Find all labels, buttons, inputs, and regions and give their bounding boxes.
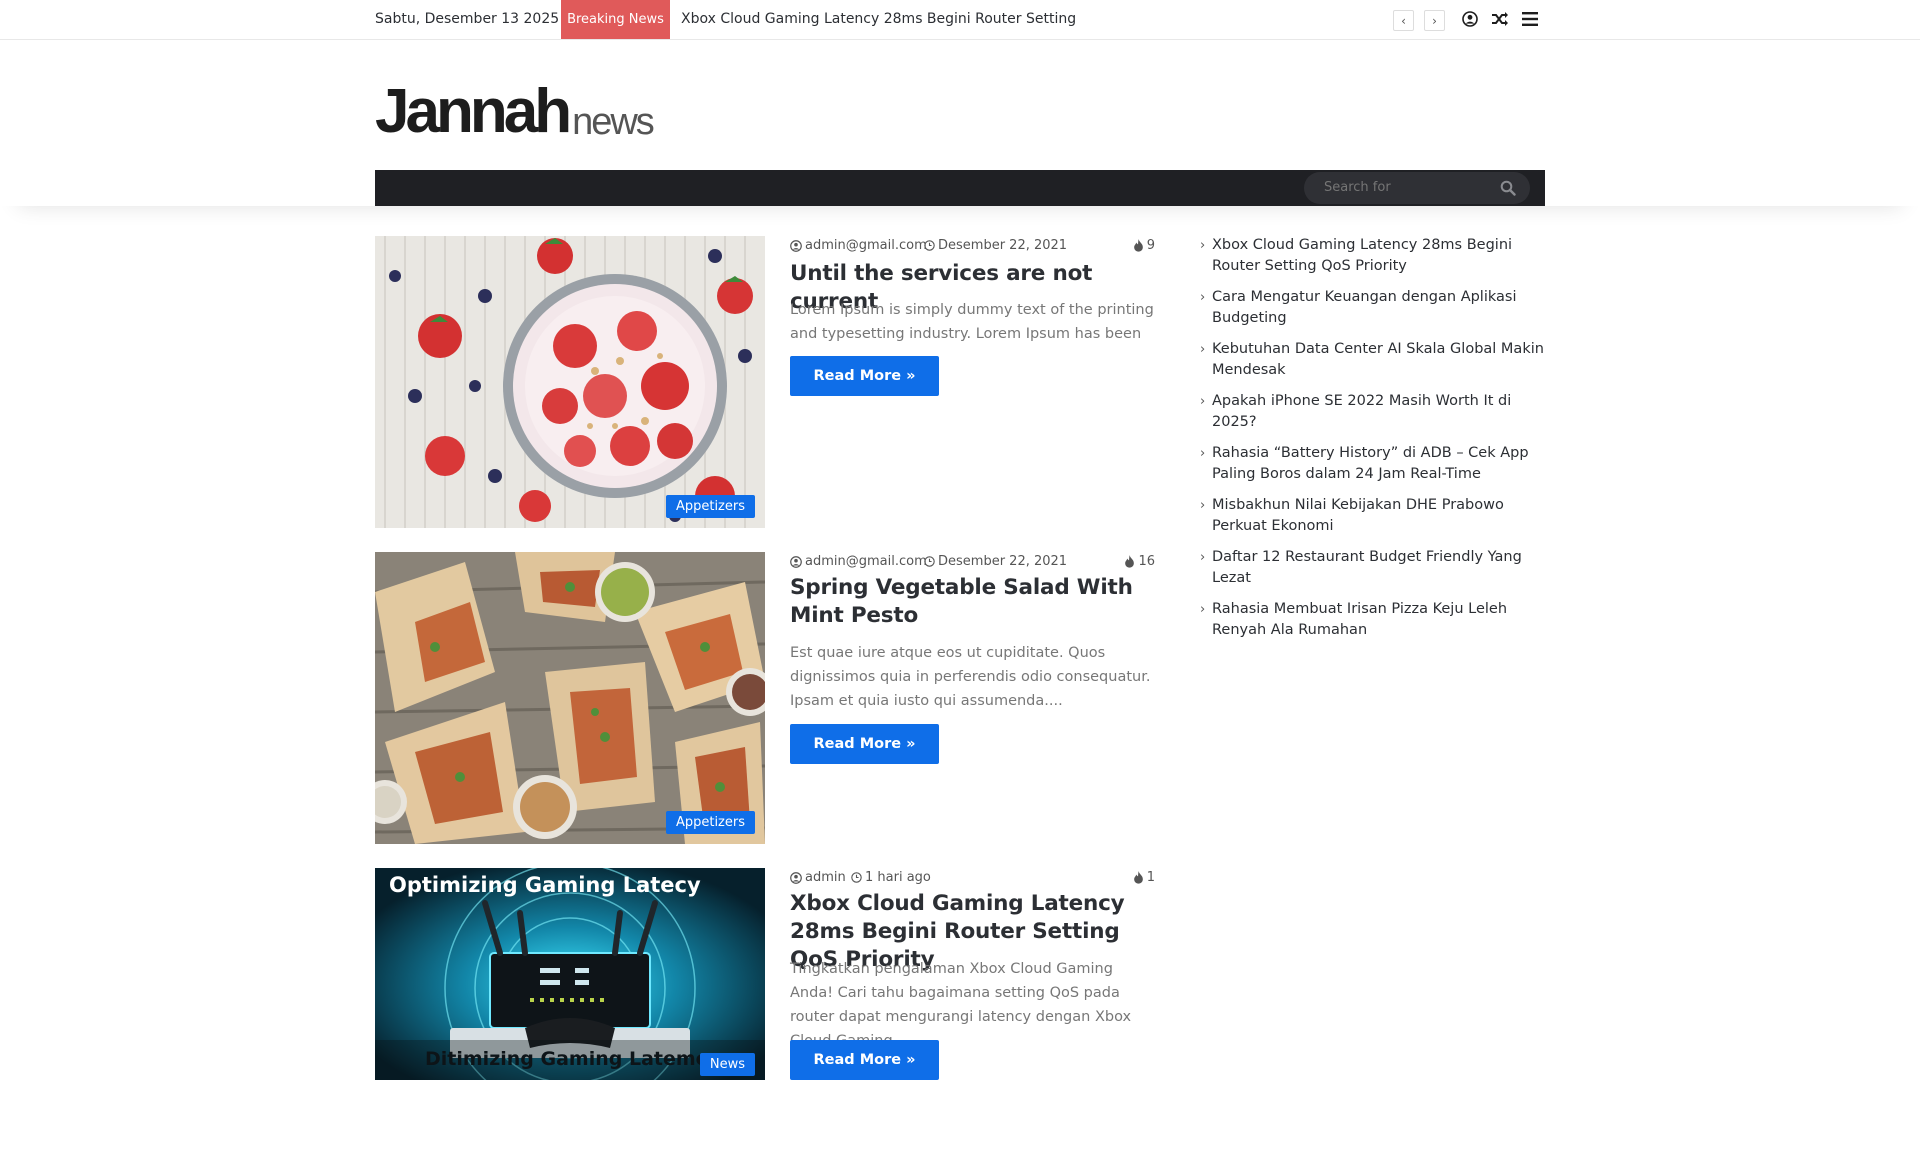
user-icon <box>790 555 802 568</box>
post-card: Appetizers admin@gmail.com Desember 22, … <box>375 552 1155 844</box>
logo-sub-text: news <box>572 101 655 143</box>
fire-icon <box>1133 239 1143 252</box>
post-author[interactable]: admin@gmail.com <box>790 238 927 253</box>
image-headline-bottom: Ditimizing Gaming Latemcy <box>425 1048 720 1070</box>
chevron-right-icon: › <box>1200 342 1206 357</box>
menu-icon[interactable] <box>1519 8 1541 30</box>
fire-icon <box>1125 555 1135 568</box>
breaking-news-label: Breaking News <box>561 0 670 39</box>
post-date-text: 1 hari ago <box>865 870 931 885</box>
random-article-icon[interactable] <box>1489 8 1511 30</box>
post-date-text: Desember 22, 2021 <box>938 238 1068 253</box>
post-views: 16 <box>1124 554 1155 569</box>
sidebar-post-link[interactable]: › Xbox Cloud Gaming Latency 28ms Begini R… <box>1200 235 1545 277</box>
chevron-right-icon: › <box>1200 602 1206 617</box>
post-author-name: admin@gmail.com <box>805 238 927 253</box>
post-meta: admin 1 hari ago 1 <box>790 870 1155 888</box>
sidebar-post-title: Kebutuhan Data Center AI Skala Global Ma… <box>1212 341 1544 378</box>
main-nav-bar <box>375 170 1545 206</box>
image-headline-top: Optimizing Gaming Latecy <box>389 873 701 897</box>
post-views: 1 <box>1133 870 1155 885</box>
post-meta: admin@gmail.com Desember 22, 2021 9 <box>790 238 1155 256</box>
category-badge[interactable]: News <box>699 1053 755 1076</box>
yogurt-bowl-image <box>375 236 765 528</box>
user-login-icon[interactable] <box>1459 8 1481 30</box>
sidebar-post-title: Rahasia Membuat Irisan Pizza Keju Leleh … <box>1212 601 1508 638</box>
fire-icon <box>1133 871 1143 884</box>
category-badge[interactable]: Appetizers <box>665 811 755 834</box>
post-thumbnail[interactable]: Optimizing Gaming Latecy Ditimizing Gami… <box>375 868 765 1160</box>
chevron-right-icon: › <box>1200 290 1206 305</box>
post-views-count: 1 <box>1146 870 1155 885</box>
category-badge[interactable]: Appetizers <box>665 495 755 518</box>
current-date: Sabtu, Desember 13 2025 <box>375 11 560 27</box>
chevron-right-icon: › <box>1200 238 1206 253</box>
post-card: Optimizing Gaming Latecy Ditimizing Gami… <box>375 868 1155 1114</box>
sidebar-post-title: Rahasia “Battery History” di ADB – Cek A… <box>1212 445 1529 482</box>
read-more-button[interactable]: Read More » <box>790 724 939 764</box>
search-form <box>1304 172 1530 204</box>
chevron-right-icon: › <box>1200 498 1206 513</box>
sidebar-post-title: Misbakhun Nilai Kebijakan DHE Prabowo Pe… <box>1212 497 1504 534</box>
ticker-next-button[interactable]: › <box>1424 10 1445 31</box>
sidebar-post-link[interactable]: › Rahasia Membuat Irisan Pizza Keju Leleh… <box>1200 599 1545 641</box>
clock-icon <box>851 872 862 883</box>
sidebar-post-title: Xbox Cloud Gaming Latency 28ms Begini Ro… <box>1212 237 1513 274</box>
sidebar-post-title: Daftar 12 Restaurant Budget Friendly Yan… <box>1212 549 1522 586</box>
search-icon[interactable] <box>1500 180 1516 196</box>
post-author-name: admin@gmail.com <box>805 554 927 569</box>
sidebar-post-link[interactable]: › Apakah iPhone SE 2022 Masih Worth It di… <box>1200 391 1545 433</box>
wraps-image <box>375 552 765 844</box>
logo-main-text: Jannah <box>375 77 572 146</box>
post-author[interactable]: admin@gmail.com <box>790 554 927 569</box>
post-thumbnail[interactable]: Appetizers <box>375 552 765 844</box>
sidebar-post-link[interactable]: › Daftar 12 Restaurant Budget Friendly Ya… <box>1200 547 1545 589</box>
post-date-text: Desember 22, 2021 <box>938 554 1068 569</box>
post-date: 1 hari ago <box>851 870 931 885</box>
user-icon <box>790 871 802 884</box>
post-date: Desember 22, 2021 <box>924 238 1067 253</box>
recent-posts-sidebar: › Xbox Cloud Gaming Latency 28ms Begini R… <box>1200 235 1545 651</box>
post-views: 9 <box>1133 238 1155 253</box>
chevron-right-icon: › <box>1200 394 1206 409</box>
post-thumbnail[interactable]: Appetizers <box>375 236 765 528</box>
sidebar-post-link[interactable]: › Rahasia “Battery History” di ADB – Cek … <box>1200 443 1545 485</box>
search-input[interactable] <box>1324 180 1484 195</box>
top-bar-inner: Sabtu, Desember 13 2025 Breaking News Xb… <box>375 0 1545 40</box>
chevron-right-icon: › <box>1200 446 1206 461</box>
router-gaming-image: Optimizing Gaming Latecy Ditimizing Gami… <box>375 868 765 1114</box>
clock-icon <box>924 556 935 567</box>
post-date: Desember 22, 2021 <box>924 554 1067 569</box>
user-icon <box>790 239 802 252</box>
read-more-button[interactable]: Read More » <box>790 1040 939 1080</box>
breaking-news-headline[interactable]: Xbox Cloud Gaming Latency 28ms Begini Ro… <box>681 11 1081 27</box>
sidebar-post-title: Cara Mengatur Keuangan dengan Aplikasi B… <box>1212 289 1517 326</box>
post-meta: admin@gmail.com Desember 22, 2021 16 <box>790 554 1155 572</box>
post-excerpt: Est quae iure atque eos ut cupiditate. Q… <box>790 645 1151 709</box>
ticker-prev-button[interactable]: ‹ <box>1393 10 1414 31</box>
sidebar-post-link[interactable]: › Cara Mengatur Keuangan dengan Aplikasi … <box>1200 287 1545 329</box>
post-views-count: 16 <box>1138 554 1155 569</box>
site-logo[interactable]: Jannah news <box>375 73 655 146</box>
post-excerpt: Lorem Ipsum is simply dummy text of the … <box>790 302 1154 342</box>
post-author[interactable]: admin <box>790 870 846 885</box>
sidebar-post-link[interactable]: › Kebutuhan Data Center AI Skala Global M… <box>1200 339 1545 381</box>
sidebar-post-title: Apakah iPhone SE 2022 Masih Worth It di … <box>1212 393 1512 430</box>
post-card: Appetizers admin@gmail.com Desember 22, … <box>375 236 1155 528</box>
post-title[interactable]: Spring Vegetable Salad With Mint Pesto <box>790 574 1155 630</box>
site-header: Jannah news <box>0 41 1920 206</box>
chevron-right-icon: › <box>1200 550 1206 565</box>
clock-icon <box>924 240 935 251</box>
top-bar: Sabtu, Desember 13 2025 Breaking News Xb… <box>0 0 1920 40</box>
post-views-count: 9 <box>1146 238 1155 253</box>
read-more-button[interactable]: Read More » <box>790 356 939 396</box>
post-excerpt: Tingkatkan pengalaman Xbox Cloud Gaming … <box>790 961 1132 1049</box>
sidebar-post-link[interactable]: › Misbakhun Nilai Kebijakan DHE Prabowo P… <box>1200 495 1545 537</box>
post-author-name: admin <box>805 870 846 885</box>
